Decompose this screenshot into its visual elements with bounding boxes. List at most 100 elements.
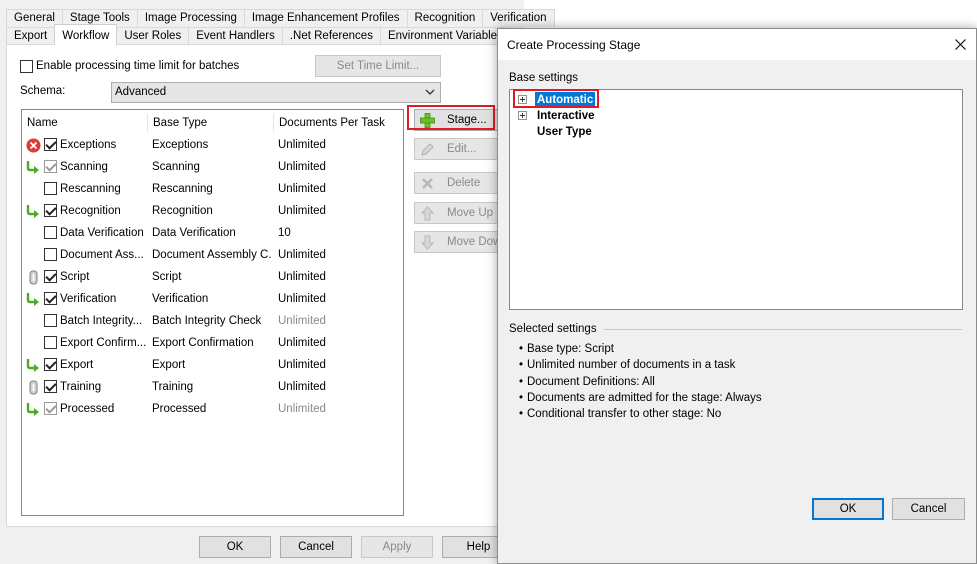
stage-documents-per-task: Unlimited (278, 161, 326, 173)
table-row[interactable]: Verification Verification Unlimited (22, 288, 403, 310)
time-limit-option[interactable]: Enable processing time limit for batches (20, 58, 239, 74)
stage-enabled-checkbox[interactable] (44, 138, 57, 151)
tab-image-processing[interactable]: Image Processing (136, 9, 245, 27)
stage-documents-per-task: Unlimited (278, 271, 326, 283)
setting-item: Documents are admitted for the stage: Al… (519, 392, 762, 404)
stage-name: Document Ass... (60, 249, 144, 261)
stage-documents-per-task: Unlimited (278, 205, 326, 217)
tab-export[interactable]: Export (6, 27, 56, 45)
setting-item: Base type: Script (519, 343, 614, 355)
stage-name: Export (60, 359, 94, 371)
setting-item: Unlimited number of documents in a task (519, 359, 735, 371)
stage-enabled-checkbox[interactable] (44, 204, 57, 217)
stage-enabled-checkbox[interactable] (44, 226, 57, 239)
arrow-icon (26, 402, 41, 417)
stage-name: Exceptions (60, 139, 117, 151)
tab-image-enhancement-profiles[interactable]: Image Enhancement Profiles (243, 9, 408, 27)
setting-item: Document Definitions: All (519, 376, 655, 388)
delete-stage-label: Delete (447, 177, 481, 189)
table-row[interactable]: Export Export Unlimited (22, 354, 403, 376)
add-stage-button[interactable]: Stage... (414, 109, 498, 131)
script-icon (26, 380, 41, 395)
stage-type-tree[interactable]: Automatic Interactive User Type (509, 89, 963, 310)
edit-stage-button[interactable]: Edit... (414, 138, 498, 160)
stage-name: Processed (60, 403, 115, 415)
delete-stage-button[interactable]: Delete (414, 172, 498, 194)
time-limit-label: Enable processing time limit for batches (36, 60, 240, 72)
tab-user-roles[interactable]: User Roles (116, 27, 190, 45)
tab-recognition[interactable]: Recognition (406, 9, 484, 27)
stage-enabled-checkbox[interactable] (44, 402, 57, 415)
dialog-ok-button[interactable]: OK (812, 498, 884, 520)
stage-name: Rescanning (60, 183, 121, 195)
set-time-limit-button[interactable]: Set Time Limit... (315, 55, 441, 77)
cancel-button[interactable]: Cancel (280, 536, 352, 558)
stage-enabled-checkbox[interactable] (44, 380, 57, 393)
arrow-up-icon (420, 206, 435, 221)
stage-enabled-checkbox[interactable] (44, 248, 57, 261)
apply-button[interactable]: Apply (361, 536, 433, 558)
stage-name: Verification (60, 293, 117, 305)
create-processing-stage-dialog: Create Processing Stage Base settings Au… (497, 28, 977, 564)
stage-enabled-checkbox[interactable] (44, 160, 57, 173)
stage-documents-per-task: Unlimited (278, 315, 326, 327)
add-stage-label: Stage... (447, 114, 487, 126)
edit-stage-label: Edit... (447, 143, 477, 155)
stage-enabled-checkbox[interactable] (44, 336, 57, 349)
stage-documents-per-task: Unlimited (278, 403, 326, 415)
table-row[interactable]: Script Script Unlimited (22, 266, 403, 288)
table-row[interactable]: Data Verification Data Verification 10 (22, 222, 403, 244)
stage-name: Export Confirm... (60, 337, 147, 349)
selected-settings-label: Selected settings (509, 323, 597, 335)
divider (604, 329, 962, 330)
tree-item-user-type-label: User Type (537, 126, 592, 138)
stage-base-type: Rescanning (152, 183, 213, 195)
script-icon (26, 270, 41, 285)
stage-list[interactable]: Name Base Type Documents Per Task Except… (21, 109, 404, 516)
chevron-down-icon (425, 89, 435, 95)
stage-base-type: Training (152, 381, 194, 393)
move-up-button[interactable]: Move Up (414, 202, 498, 224)
time-limit-checkbox[interactable] (20, 59, 33, 73)
stage-enabled-checkbox[interactable] (44, 182, 57, 195)
schema-dropdown[interactable]: Advanced (111, 82, 441, 103)
table-row[interactable]: Export Confirm... Export Confirmation Unli… (22, 332, 403, 354)
close-icon[interactable] (955, 39, 966, 50)
tab-verification[interactable]: Verification (482, 9, 555, 27)
move-down-button[interactable]: Move Down (414, 231, 498, 253)
stage-enabled-checkbox[interactable] (44, 292, 57, 305)
tab-event-handlers[interactable]: Event Handlers (188, 27, 283, 45)
setting-item: Conditional transfer to other stage: No (519, 408, 721, 420)
empty-icon-slot (26, 336, 41, 351)
stage-base-type: Scanning (152, 161, 200, 173)
dialog-title-bar: Create Processing Stage (498, 29, 976, 60)
table-row[interactable]: Rescanning Rescanning Unlimited (22, 178, 403, 200)
stage-base-type: Recognition (152, 205, 213, 217)
stage-name: Training (60, 381, 102, 393)
table-row[interactable]: Training Training Unlimited (22, 376, 403, 398)
stage-base-type: Verification (152, 293, 209, 305)
tab-net-references[interactable]: .Net References (281, 27, 381, 45)
column-header-documents-per-task[interactable]: Documents Per Task (274, 114, 402, 132)
table-row[interactable]: Exceptions Exceptions Unlimited (22, 134, 403, 156)
stage-documents-per-task: 10 (278, 227, 291, 239)
expand-icon[interactable] (518, 95, 527, 104)
table-row[interactable]: Batch Integrity... Batch Integrity Check U… (22, 310, 403, 332)
add-icon (420, 113, 435, 128)
ok-button[interactable]: OK (199, 536, 271, 558)
stage-enabled-checkbox[interactable] (44, 358, 57, 371)
table-row[interactable]: Processed Processed Unlimited (22, 398, 403, 420)
dialog-cancel-button[interactable]: Cancel (892, 498, 965, 520)
tab-environment-variables[interactable]: Environment Variable (379, 27, 506, 45)
table-row[interactable]: Recognition Recognition Unlimited (22, 200, 403, 222)
expand-icon[interactable] (518, 111, 527, 120)
stage-documents-per-task: Unlimited (278, 337, 326, 349)
table-row[interactable]: Document Ass... Document Assembly C... Unl… (22, 244, 403, 266)
stage-enabled-checkbox[interactable] (44, 270, 57, 283)
table-row[interactable]: Scanning Scanning Unlimited (22, 156, 403, 178)
column-header-name[interactable]: Name (22, 114, 148, 132)
tab-workflow[interactable]: Workflow (54, 24, 118, 45)
settings-list: Base type: Script Unlimited number of do… (507, 343, 947, 428)
stage-enabled-checkbox[interactable] (44, 314, 57, 327)
column-header-base-type[interactable]: Base Type (148, 114, 274, 132)
